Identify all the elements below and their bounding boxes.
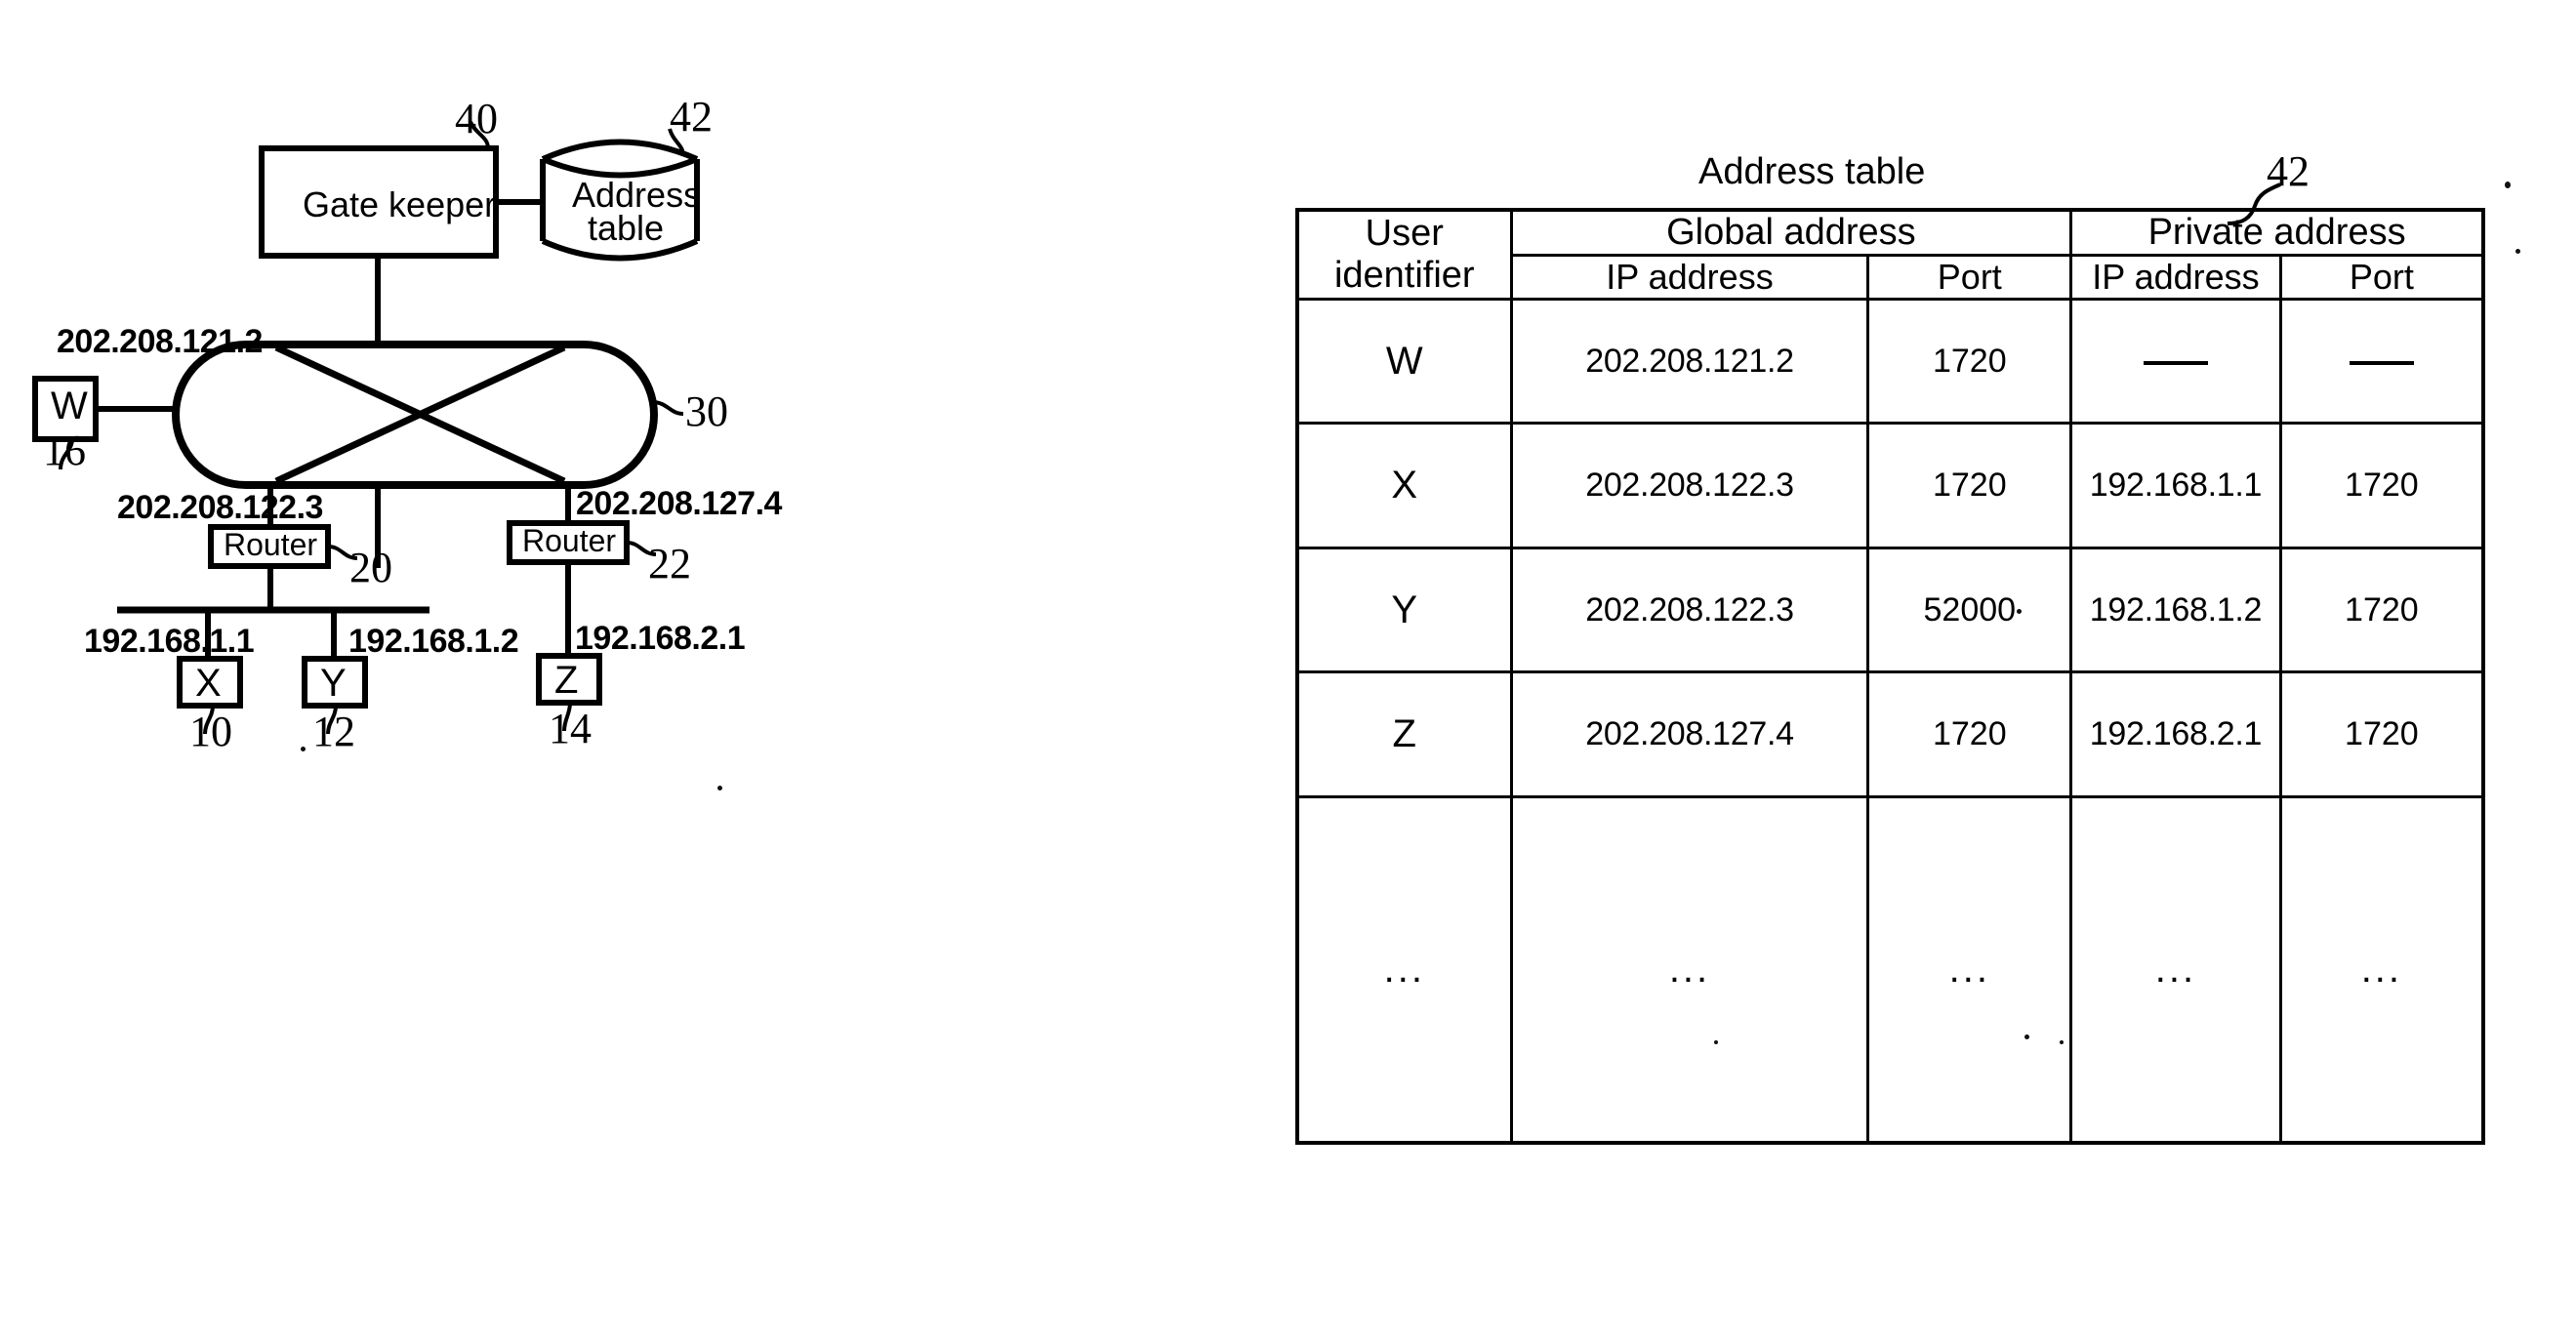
cell-private-port: 1720 — [2278, 670, 2485, 798]
cell-global-ip: 202.208.127.4 — [1509, 670, 1870, 798]
em-dash-mark — [2143, 360, 2208, 365]
address-table-store-label-line2: table — [588, 208, 665, 248]
terminal-z-label: Z — [554, 659, 579, 702]
header-private-port: Port — [2278, 254, 2485, 301]
cell-user-identifier: ... — [1295, 794, 1513, 1145]
terminal-z-ip-label: 192.168.2.1 — [575, 620, 746, 657]
header-global-address: Global address — [1509, 208, 2073, 257]
scan-speck — [301, 747, 306, 751]
address-table-container: User identifier Global address Private a… — [1295, 208, 2485, 1145]
cell-private-ip: 192.168.2.1 — [2069, 670, 2282, 798]
cell-global-port: ... — [1866, 794, 2073, 1145]
header-global-port: Port — [1866, 254, 2073, 301]
ref-16-label: 16 — [43, 426, 86, 474]
ref-42-label: 42 — [670, 93, 713, 141]
em-dash-mark — [2349, 360, 2414, 365]
ref-12-label: 12 — [312, 708, 355, 755]
cell-user-identifier: X — [1295, 422, 1513, 549]
cell-private-ip — [2069, 297, 2282, 426]
cell-private-ip: 192.168.1.1 — [2069, 422, 2282, 549]
terminal-y-label: Y — [320, 662, 347, 705]
ref-14-label: 14 — [549, 705, 592, 752]
cell-global-ip: 202.208.122.3 — [1509, 546, 1870, 674]
cell-global-ip: ... — [1509, 794, 1870, 1145]
table-row: W 202.208.121.2 1720 — [1295, 297, 2485, 426]
header-user-identifier: User identifier — [1295, 208, 1513, 301]
cell-private-port: 1720 — [2278, 422, 2485, 549]
cell-user-identifier: Y — [1295, 546, 1513, 674]
ref-30-label: 30 — [685, 387, 728, 435]
cell-global-port: 52000 — [1866, 546, 2073, 674]
cell-global-port: 1720 — [1866, 422, 2073, 549]
table-row: ............... — [1295, 794, 2485, 1145]
table-row: X 202.208.122.3 1720 192.168.1.1 1720 — [1295, 422, 2485, 549]
address-table-body: W 202.208.121.2 1720 X 202.208.122.3 1720 192.… — [1295, 297, 2485, 1145]
header-private-address: Private address — [2069, 208, 2485, 257]
terminal-w-label: W — [51, 385, 88, 427]
terminal-x-ip-label: 192.168.1.1 — [84, 623, 255, 660]
table-header-row-1: User identifier Global address Private a… — [1295, 208, 2485, 301]
table-row: Y 202.208.122.3 52000 192.168.1.2 1720 — [1295, 546, 2485, 674]
header-global-ip: IP address — [1509, 254, 1870, 301]
cell-global-port: 1720 — [1866, 670, 2073, 798]
scan-speck — [2024, 1034, 2029, 1039]
terminal-y-ip-label: 192.168.1.2 — [348, 623, 519, 660]
router-right-label: Router — [522, 523, 617, 558]
figure-page: Gate keeper 40 Address table 42 202.208.… — [0, 0, 2576, 1338]
terminal-w-ip-label: 202.208.121.2 — [57, 323, 263, 360]
ref-40-label: 40 — [455, 95, 498, 142]
scan-speck — [2017, 609, 2022, 614]
ref-22-label: 22 — [648, 540, 691, 588]
scan-speck — [2515, 249, 2520, 254]
cell-global-ip: 202.208.122.3 — [1509, 422, 1870, 549]
cell-private-port: 1720 — [2278, 546, 2485, 674]
address-table: User identifier Global address Private a… — [1295, 208, 2485, 1145]
router-left-label: Router — [224, 527, 318, 562]
cell-user-identifier: Z — [1295, 670, 1513, 798]
ref-20-label: 20 — [349, 544, 392, 591]
terminal-x-label: X — [195, 662, 222, 705]
cell-global-ip: 202.208.121.2 — [1509, 297, 1870, 426]
cell-private-port — [2278, 297, 2485, 426]
address-table-title: Address table — [1698, 151, 1926, 192]
header-private-ip: IP address — [2069, 254, 2282, 301]
gate-keeper-label: Gate keeper — [303, 184, 497, 224]
cell-private-ip: 192.168.1.2 — [2069, 546, 2282, 674]
router-right-ip-label: 202.208.127.4 — [576, 485, 782, 522]
scan-speck — [1714, 1040, 1718, 1044]
cell-private-ip: ... — [2069, 794, 2282, 1145]
ref-10-label: 10 — [189, 708, 232, 755]
router-left-ip-label: 202.208.122.3 — [117, 489, 323, 526]
scan-speck — [2505, 182, 2511, 188]
cell-global-port: 1720 — [1866, 297, 2073, 426]
cell-user-identifier: W — [1295, 297, 1513, 426]
table-row: Z 202.208.127.4 1720 192.168.2.1 1720 — [1295, 670, 2485, 798]
cell-private-port: ... — [2278, 794, 2485, 1145]
header-user-identifier-line2: identifier — [1333, 255, 1475, 296]
scan-speck — [2060, 1040, 2064, 1044]
network-cloud-shape — [172, 341, 658, 489]
scan-speck — [717, 786, 722, 791]
header-user-identifier-line1: User — [1365, 213, 1444, 254]
ref-42-table-label: 42 — [2267, 147, 2310, 195]
